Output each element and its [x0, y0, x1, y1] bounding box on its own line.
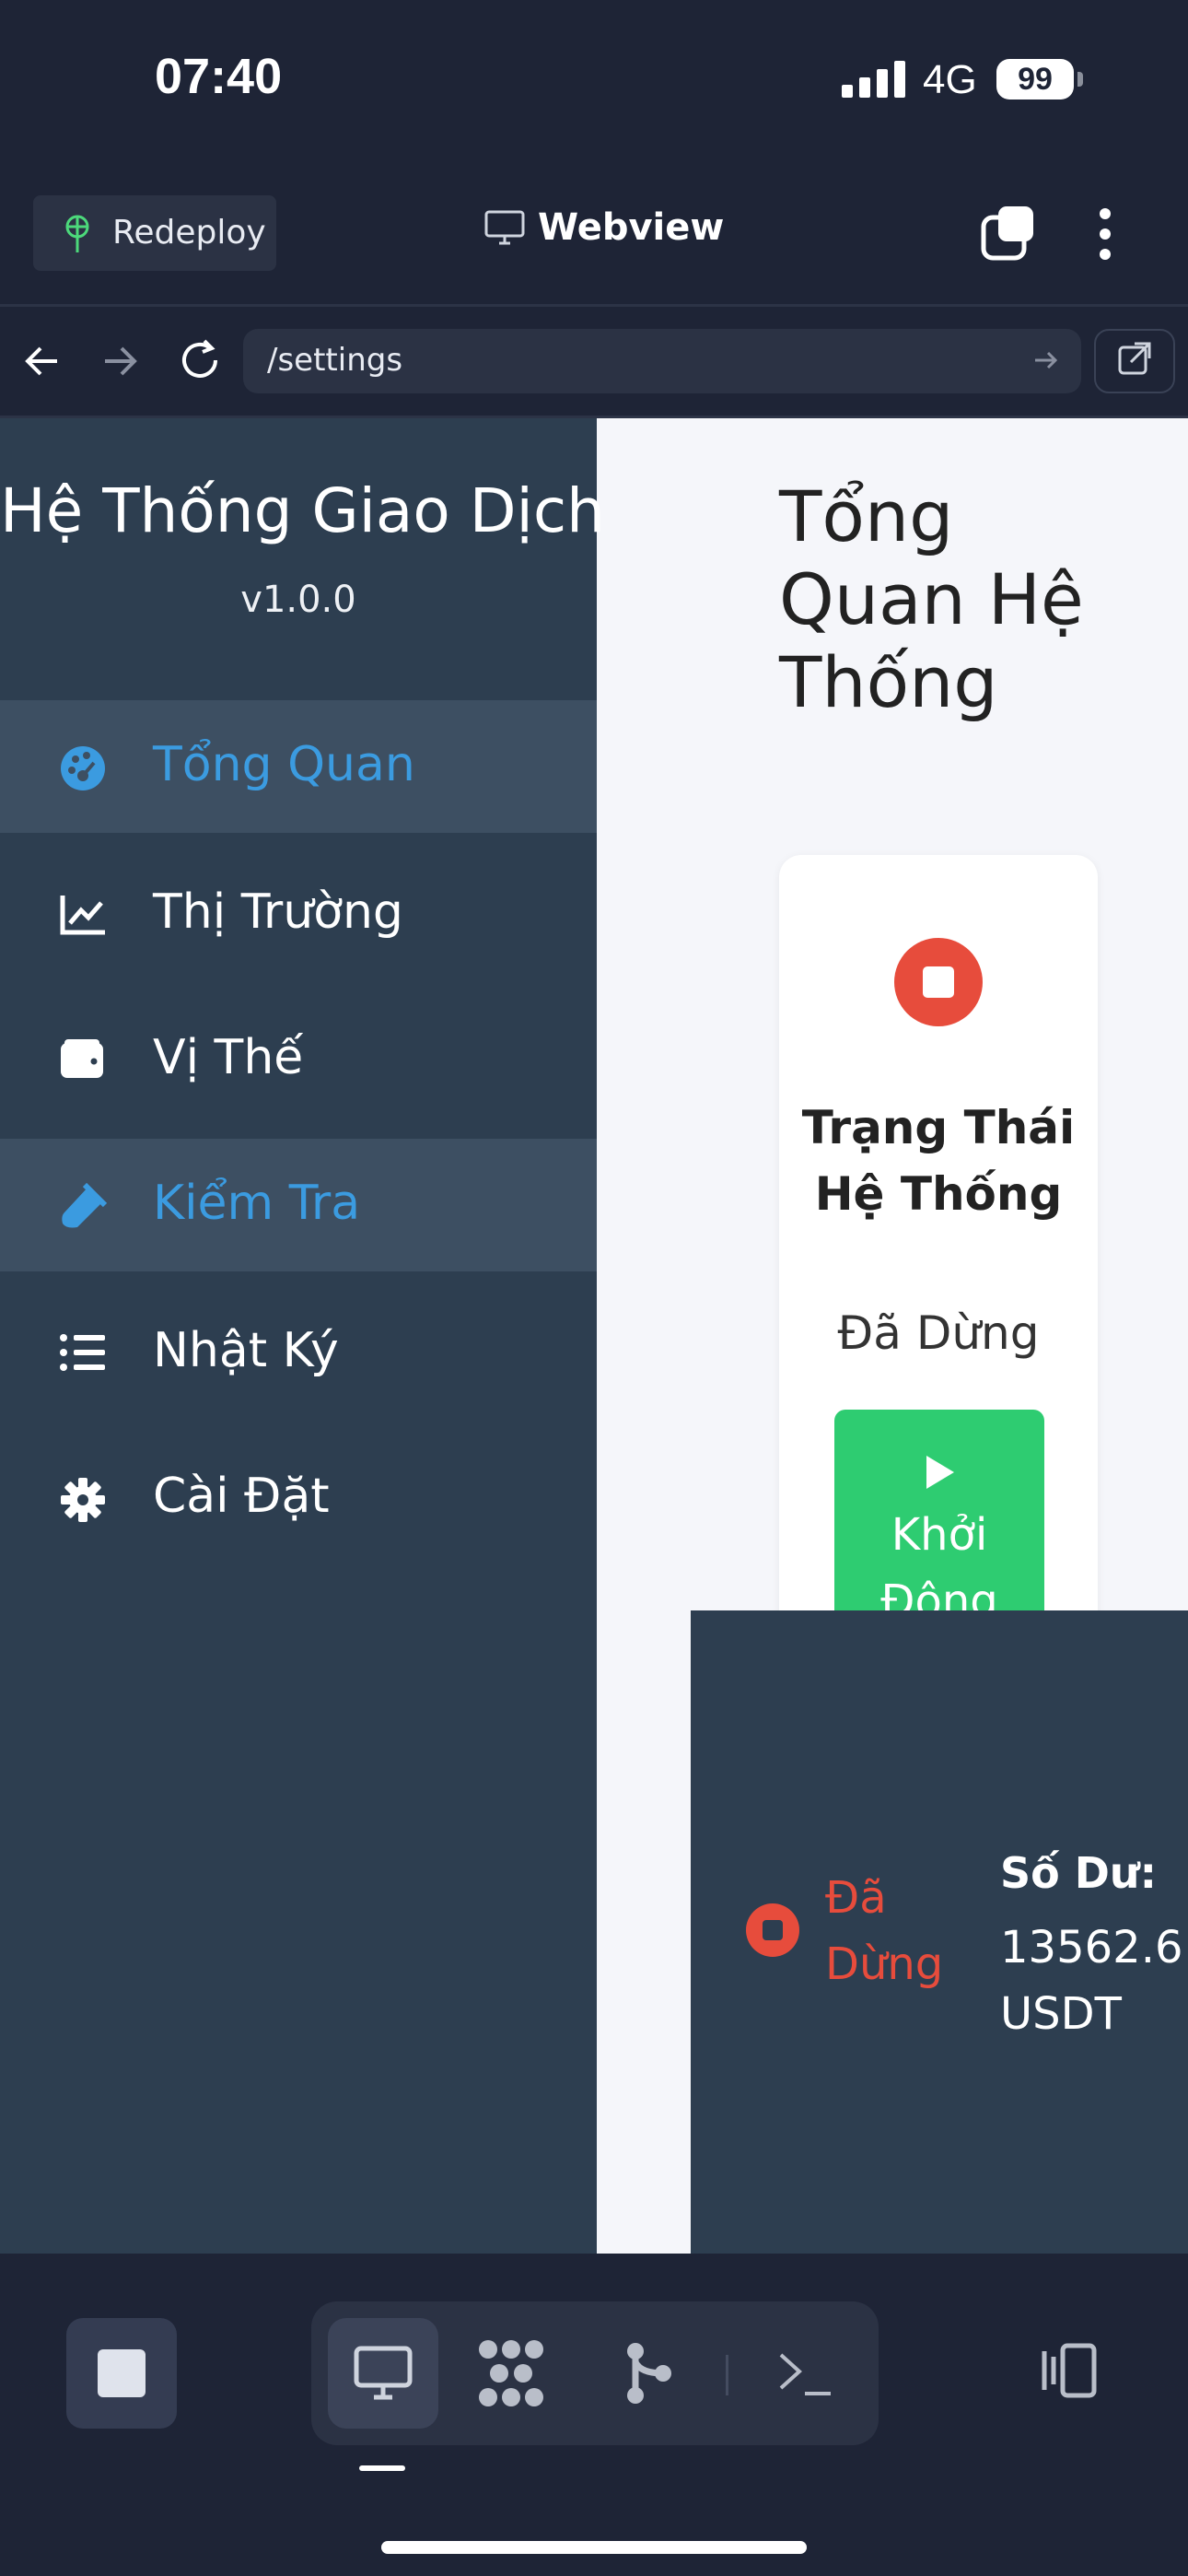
tabs-icon[interactable]	[980, 205, 1037, 265]
battery-tip	[1077, 72, 1083, 87]
stop-circle-icon	[746, 1903, 799, 1957]
redeploy-button[interactable]: Redeploy	[33, 195, 276, 271]
home-indicator	[381, 2541, 807, 2554]
sidebar-item-market[interactable]: Thị Trường	[0, 848, 597, 980]
dashboard-icon	[59, 744, 107, 790]
sidebar-item-testing[interactable]: Kiểm Tra	[0, 1139, 597, 1271]
status-text: Đã Dừng	[837, 1306, 1040, 1360]
monitor-icon	[354, 2346, 413, 2405]
url-text: /settings	[267, 342, 403, 379]
url-input[interactable]: /settings	[243, 329, 1081, 393]
card-title: Trạng Thái Hệ Thống	[801, 1101, 1076, 1221]
stop-run-button[interactable]	[66, 2318, 177, 2429]
sidebar-item-overview[interactable]: Tổng Quan	[0, 700, 597, 833]
deploy-icon	[59, 214, 96, 263]
active-tool-indicator	[359, 2465, 405, 2471]
back-arrow-icon[interactable]	[22, 341, 63, 385]
sidebar-item-settings[interactable]: Cài Đặt	[0, 1432, 597, 1564]
sidebar-item-label: Thị Trường	[153, 884, 403, 940]
forward-arrow-icon[interactable]	[99, 341, 140, 385]
webview-title-label: Webview	[538, 206, 725, 249]
webview-tool-button[interactable]	[328, 2318, 438, 2429]
webview-tab-title: Webview	[484, 206, 724, 249]
sidebar-item-label: Cài Đặt	[153, 1469, 330, 1524]
git-branch-icon[interactable]	[623, 2340, 674, 2410]
sidebar-item-label: Tổng Quan	[153, 737, 415, 792]
sidebar-item-label: Vị Thế	[153, 1030, 304, 1085]
open-external-icon[interactable]	[1094, 329, 1175, 393]
flask-icon	[59, 1182, 108, 1228]
sidebar-item-logs[interactable]: Nhật Ký	[0, 1286, 597, 1419]
clock: 07:40	[155, 49, 283, 104]
balance-label: Số Dư:	[1000, 1848, 1158, 1898]
tool-divider	[726, 2355, 728, 2395]
brand-title: Hệ Thống Giao Dịch	[0, 475, 606, 546]
page-title: Tổng Quan Hệ Thống	[779, 475, 1084, 723]
list-icon	[59, 1330, 107, 1375]
monitor-icon	[484, 210, 525, 245]
gear-icon	[59, 1476, 107, 1522]
layout-toggle-icon[interactable]	[1031, 2342, 1100, 2403]
chart-line-icon	[59, 892, 107, 936]
network-type: 4G	[923, 57, 977, 102]
packages-icon[interactable]	[475, 2338, 547, 2412]
stop-circle-icon	[894, 938, 983, 1026]
sidebar-item-positions[interactable]: Vị Thế	[0, 993, 597, 1126]
battery-indicator: 99	[996, 59, 1074, 100]
version-label: v1.0.0	[240, 579, 356, 621]
signal-icon	[842, 61, 908, 101]
footer-status-text: Đã Dừng	[825, 1872, 944, 1990]
webview-content: Hệ Thống Giao Dịch v1.0.0 Tổng Quan Thị …	[0, 418, 1188, 2254]
sidebar-item-label: Kiểm Tra	[153, 1176, 361, 1231]
more-options-icon[interactable]	[1098, 206, 1112, 265]
system-status-card: Trạng Thái Hệ Thống Đã Dừng Khởi Động	[779, 855, 1098, 1686]
balance-amount: 13562.6	[1000, 1922, 1183, 1973]
reload-icon[interactable]	[177, 337, 223, 387]
wallet-icon	[59, 1037, 107, 1082]
balance-value: 13562.6 USDT	[1000, 1914, 1183, 2047]
status-footer-panel: Đã Dừng Số Dư: 13562.6 USDT	[691, 1610, 1188, 2254]
sidebar: Hệ Thống Giao Dịch v1.0.0 Tổng Quan Thị …	[0, 418, 606, 2254]
shell-icon[interactable]	[775, 2348, 834, 2403]
go-arrow-icon[interactable]	[1031, 345, 1061, 383]
redeploy-label: Redeploy	[112, 214, 266, 252]
sidebar-item-label: Nhật Ký	[153, 1323, 339, 1378]
balance-unit: USDT	[1000, 1988, 1122, 2040]
